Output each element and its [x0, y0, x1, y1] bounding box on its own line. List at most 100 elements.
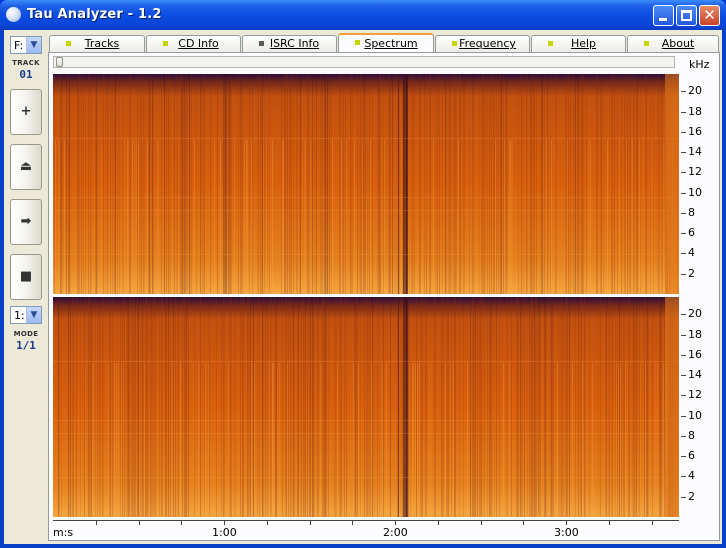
frequency-tick: [681, 233, 686, 234]
app-icon: [6, 7, 21, 22]
spectrogram-image: [53, 74, 679, 294]
time-tick: [352, 521, 353, 525]
frequency-tick-label: 14: [688, 145, 702, 158]
frequency-tick: [681, 416, 686, 417]
frequency-tick-label: 6: [688, 449, 695, 462]
eject-button[interactable]: ⏏: [10, 144, 42, 190]
frequency-tick-label: 2: [688, 267, 695, 280]
frequency-tick-label: 18: [688, 105, 702, 118]
frequency-tick-label: 10: [688, 186, 702, 199]
close-icon: ✕: [703, 6, 716, 24]
add-icon: +: [20, 104, 32, 119]
track-label: TRACK: [12, 59, 40, 67]
frequency-tick-label: 4: [688, 469, 695, 482]
frequency-tick: [681, 436, 686, 437]
frequency-tick-label: 6: [688, 226, 695, 239]
frequency-tick-label: 8: [688, 206, 695, 219]
play-button[interactable]: ➡: [10, 199, 42, 245]
track-number: 01: [19, 68, 33, 81]
status-led-icon: [644, 41, 649, 46]
tab-frequency[interactable]: Frequency: [435, 35, 530, 53]
add-button[interactable]: +: [10, 89, 42, 135]
frequency-tick-label: 16: [688, 125, 702, 138]
time-tick: [523, 521, 524, 525]
time-tick: [481, 521, 482, 525]
frequency-tick: [681, 132, 686, 133]
position-scrollbar[interactable]: [53, 56, 675, 68]
chevron-down-icon[interactable]: ▼: [26, 307, 41, 323]
tab-cd-info[interactable]: CD Info: [146, 35, 241, 53]
play-icon: ➡: [20, 214, 32, 229]
frequency-tick: [681, 152, 686, 153]
tab-strip: Tracks CD Info ISRC Info Spectrum Freque…: [49, 33, 719, 54]
frequency-tick-label: 10: [688, 409, 702, 422]
mode-label: MODE: [13, 330, 39, 338]
time-tick: [652, 521, 653, 525]
mode-select[interactable]: 1: ▼: [10, 306, 42, 324]
time-tick: [438, 521, 439, 525]
frequency-tick-label: 12: [688, 165, 702, 178]
frequency-tick: [681, 193, 686, 194]
frequency-tick-label: 14: [688, 368, 702, 381]
frequency-tick-label: 2: [688, 490, 695, 503]
mode-value: 1:: [14, 309, 25, 322]
frequency-tick: [681, 213, 686, 214]
mode-number: 1/1: [16, 339, 36, 352]
close-button[interactable]: ✕: [699, 5, 720, 26]
frequency-tick-label: 4: [688, 246, 695, 259]
frequency-tick-label: 12: [688, 388, 702, 401]
status-led-icon: [163, 41, 168, 46]
drive-select[interactable]: F: ▼: [10, 36, 42, 54]
time-tick: [310, 521, 311, 525]
frequency-tick-label: 8: [688, 429, 695, 442]
spectrogram-right-channel: [53, 297, 679, 517]
time-tick: [96, 521, 97, 525]
stop-icon: ■: [19, 269, 33, 284]
spectrogram-left-channel: [53, 74, 679, 294]
time-tick: [395, 521, 396, 525]
frequency-tick: [681, 314, 686, 315]
frequency-tick: [681, 456, 686, 457]
spectrogram-image: [53, 297, 679, 517]
frequency-tick-label: 16: [688, 348, 702, 361]
frequency-axis-right: 20 18 16 14 12 10 8 6 4 2: [681, 297, 717, 517]
tab-help[interactable]: Help: [531, 35, 626, 53]
time-tick-label: 1:00: [212, 526, 237, 539]
frequency-tick: [681, 112, 686, 113]
stop-button[interactable]: ■: [10, 254, 42, 300]
eject-icon: ⏏: [19, 159, 33, 174]
status-led-icon: [66, 41, 71, 46]
minimize-button[interactable]: [653, 5, 674, 26]
frequency-tick-label: 20: [688, 307, 702, 320]
frequency-tick: [681, 395, 686, 396]
status-led-icon: [452, 41, 457, 46]
time-tick: [566, 521, 567, 525]
frequency-tick: [681, 172, 686, 173]
tab-isrc-info[interactable]: ISRC Info: [242, 35, 337, 53]
time-tick: [609, 521, 610, 525]
spectrum-panel: kHz 20 18 16 14 12 10 8 6 4 2 20 18 16 14 12 10 8 6 4 2 m:…: [48, 52, 720, 541]
frequency-tick: [681, 91, 686, 92]
minimize-icon: [659, 18, 667, 21]
chevron-down-icon[interactable]: ▼: [26, 37, 41, 53]
time-tick-label: 2:00: [383, 526, 408, 539]
drive-value: F:: [14, 39, 24, 52]
time-tick: [139, 521, 140, 525]
maximize-icon: [681, 10, 692, 21]
tab-about[interactable]: About: [627, 35, 719, 53]
frequency-tick: [681, 375, 686, 376]
maximize-button[interactable]: [676, 5, 697, 26]
frequency-tick-label: 18: [688, 328, 702, 341]
time-tick: [181, 521, 182, 525]
frequency-tick: [681, 253, 686, 254]
title-bar[interactable]: Tau Analyzer - 1.2 ✕: [0, 0, 726, 30]
scroll-thumb[interactable]: [56, 57, 63, 67]
frequency-tick: [681, 335, 686, 336]
left-toolbar: F: ▼ TRACK 01 + ⏏ ➡ ■ 1: ▼ MODE 1/1: [8, 33, 44, 541]
tab-spectrum[interactable]: Spectrum: [338, 33, 434, 54]
frequency-tick: [681, 497, 686, 498]
frequency-tick: [681, 476, 686, 477]
status-led-icon: [259, 41, 264, 46]
frequency-tick: [681, 274, 686, 275]
tab-tracks[interactable]: Tracks: [49, 35, 145, 53]
